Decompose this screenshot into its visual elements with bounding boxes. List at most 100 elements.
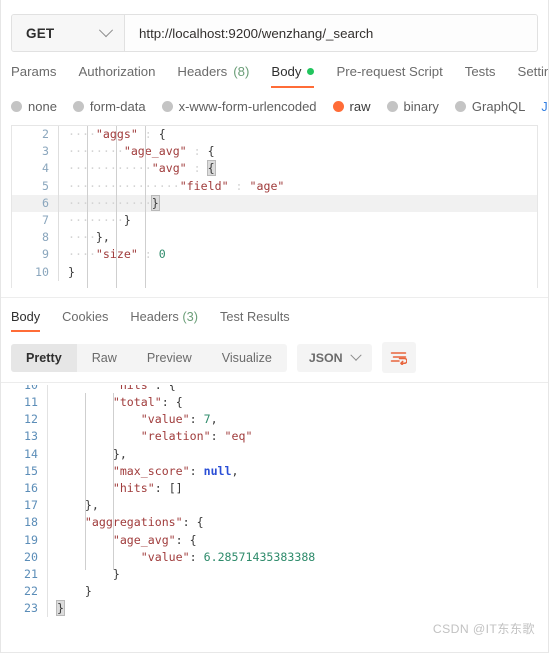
code-token: : — [189, 549, 204, 564]
code-line: 20 "value": 6.28571435383388 — [1, 548, 548, 566]
line-number: 23 — [24, 601, 38, 616]
request-code[interactable]: 2····"aggs" : {3········"age_avg" : {4··… — [12, 126, 537, 281]
request-tab-settings[interactable]: Settings — [507, 64, 548, 88]
indent-guide — [85, 393, 86, 570]
line-number: 3 — [42, 144, 49, 159]
code-line-text: } — [47, 565, 548, 584]
response-code[interactable]: 10 "hits": {11 "total": {12 "value": 7,1… — [1, 385, 548, 618]
code-line: 14 }, — [1, 445, 548, 463]
code-token: : — [137, 127, 159, 141]
view-mode-raw[interactable]: Raw — [77, 344, 132, 372]
code-line: 10 "hits": { — [1, 385, 548, 394]
code-line: 23} — [1, 600, 548, 618]
request-tab-headers[interactable]: Headers (8) — [166, 64, 260, 88]
beautify-link[interactable]: J — [541, 100, 547, 114]
code-line: 5 ················"field" : "age" — [12, 177, 537, 195]
response-tab-test-results[interactable]: Test Results — [209, 309, 301, 332]
radio-icon — [161, 101, 173, 112]
code-token: "age_avg" — [123, 144, 187, 159]
body-type-x-www-form-urlencoded[interactable]: x-www-form-urlencoded — [161, 99, 317, 114]
whitespace-dots: ···· — [68, 247, 96, 262]
wrap-text-button[interactable] — [381, 342, 416, 373]
code-line: 19 "age_avg": { — [1, 531, 548, 549]
radio-icon — [454, 101, 466, 112]
code-token: null — [203, 463, 232, 478]
code-token: }, — [95, 230, 110, 245]
code-line: 21 } — [1, 565, 548, 584]
chevron-down-icon — [349, 349, 362, 361]
body-type-raw[interactable]: raw — [332, 99, 371, 114]
response-format-label: JSON — [308, 350, 343, 365]
line-number: 16 — [24, 480, 38, 495]
line-number: 4 — [42, 161, 49, 176]
code-token: [] — [168, 480, 183, 495]
request-tab-tests[interactable]: Tests — [454, 64, 507, 88]
code-token: : — [137, 247, 159, 262]
code-token: 6.28571435383388 — [203, 549, 316, 564]
request-tab-pre-request-script[interactable]: Pre-request Script — [325, 64, 453, 88]
body-type-binary[interactable]: binary — [386, 99, 439, 114]
request-url-input[interactable]: http://localhost:9200/wenzhang/_search — [125, 15, 537, 51]
code-line-text: } — [47, 600, 548, 618]
radio-icon — [11, 101, 22, 112]
code-line-text: "value": 6.28571435383388 — [47, 548, 548, 566]
view-mode-pretty[interactable]: Pretty — [11, 343, 77, 372]
body-type-none[interactable]: none — [11, 99, 57, 114]
http-method-select[interactable]: GET — [12, 15, 125, 51]
response-format-select[interactable]: JSON — [296, 343, 372, 372]
request-tab-params[interactable]: Params — [11, 64, 67, 88]
tab-count-badge: (8) — [233, 64, 250, 79]
code-line-text: "max_score": null, — [47, 462, 548, 480]
whitespace-dots: ············ — [68, 195, 152, 210]
view-mode-preview[interactable]: Preview — [132, 344, 207, 372]
tab-label: Tests — [464, 64, 496, 79]
line-number: 19 — [24, 532, 38, 547]
line-number: 5 — [42, 178, 49, 193]
code-line: 13 "relation": "eq" — [1, 428, 548, 446]
modified-indicator-dot — [307, 68, 315, 75]
line-number: 10 — [1, 385, 47, 394]
response-tab-cookies[interactable]: Cookies — [51, 309, 119, 332]
request-body-editor[interactable]: 2····"aggs" : {3········"age_avg" : {4··… — [11, 125, 538, 288]
line-number: 9 — [42, 247, 49, 262]
code-line: 12 "value": 7, — [1, 411, 548, 429]
chevron-down-icon — [98, 23, 114, 38]
tab-label: Body — [11, 309, 41, 324]
body-type-graphql[interactable]: GraphQL — [454, 99, 525, 114]
code-line-text: ····}, — [58, 229, 537, 247]
code-token: } — [56, 600, 65, 617]
code-line-text: ····"size" : 0 — [58, 246, 537, 264]
code-line-text: "relation": "eq" — [47, 428, 548, 446]
line-number: 22 — [24, 584, 38, 599]
code-token: } — [68, 264, 75, 279]
code-line-text: }, — [47, 445, 548, 463]
indent-guide — [145, 126, 146, 288]
request-tab-body[interactable]: Body — [260, 64, 325, 88]
request-body-type-row: none form-data x-www-form-urlencoded raw bin… — [1, 88, 548, 125]
code-line: 11 "total": { — [1, 394, 548, 412]
line-number: 7 — [42, 212, 49, 227]
request-tab-authorization[interactable]: Authorization — [67, 64, 166, 88]
response-tab-headers[interactable]: Headers (3) — [119, 309, 209, 332]
code-line-text: "value": 7, — [47, 411, 548, 429]
code-token: , — [210, 412, 218, 427]
code-token: "hits" — [113, 385, 155, 392]
code-line-text: ········"age_avg" : { — [58, 143, 537, 161]
view-mode-visualize[interactable]: Visualize — [207, 344, 287, 372]
response-body-viewer[interactable]: 10 "hits": {11 "total": {12 "value": 7,1… — [1, 382, 548, 630]
url-bar-container: GET http://localhost:9200/wenzhang/_sear… — [11, 14, 538, 52]
code-token: "avg" — [151, 161, 187, 176]
code-line-text: "total": { — [47, 394, 548, 412]
tab-label: Authorization — [78, 64, 156, 79]
code-token: }, — [84, 498, 99, 513]
response-toolbar: Pretty Raw Preview Visualize JSON — [1, 332, 548, 382]
body-type-label: form-data — [89, 99, 146, 114]
code-token: "aggregations" — [84, 515, 183, 530]
code-token: "total" — [112, 395, 162, 409]
wrap-text-icon — [390, 352, 408, 365]
body-type-form-data[interactable]: form-data — [72, 99, 146, 114]
response-tab-body[interactable]: Body — [11, 309, 51, 332]
code-token: }, — [112, 446, 127, 461]
